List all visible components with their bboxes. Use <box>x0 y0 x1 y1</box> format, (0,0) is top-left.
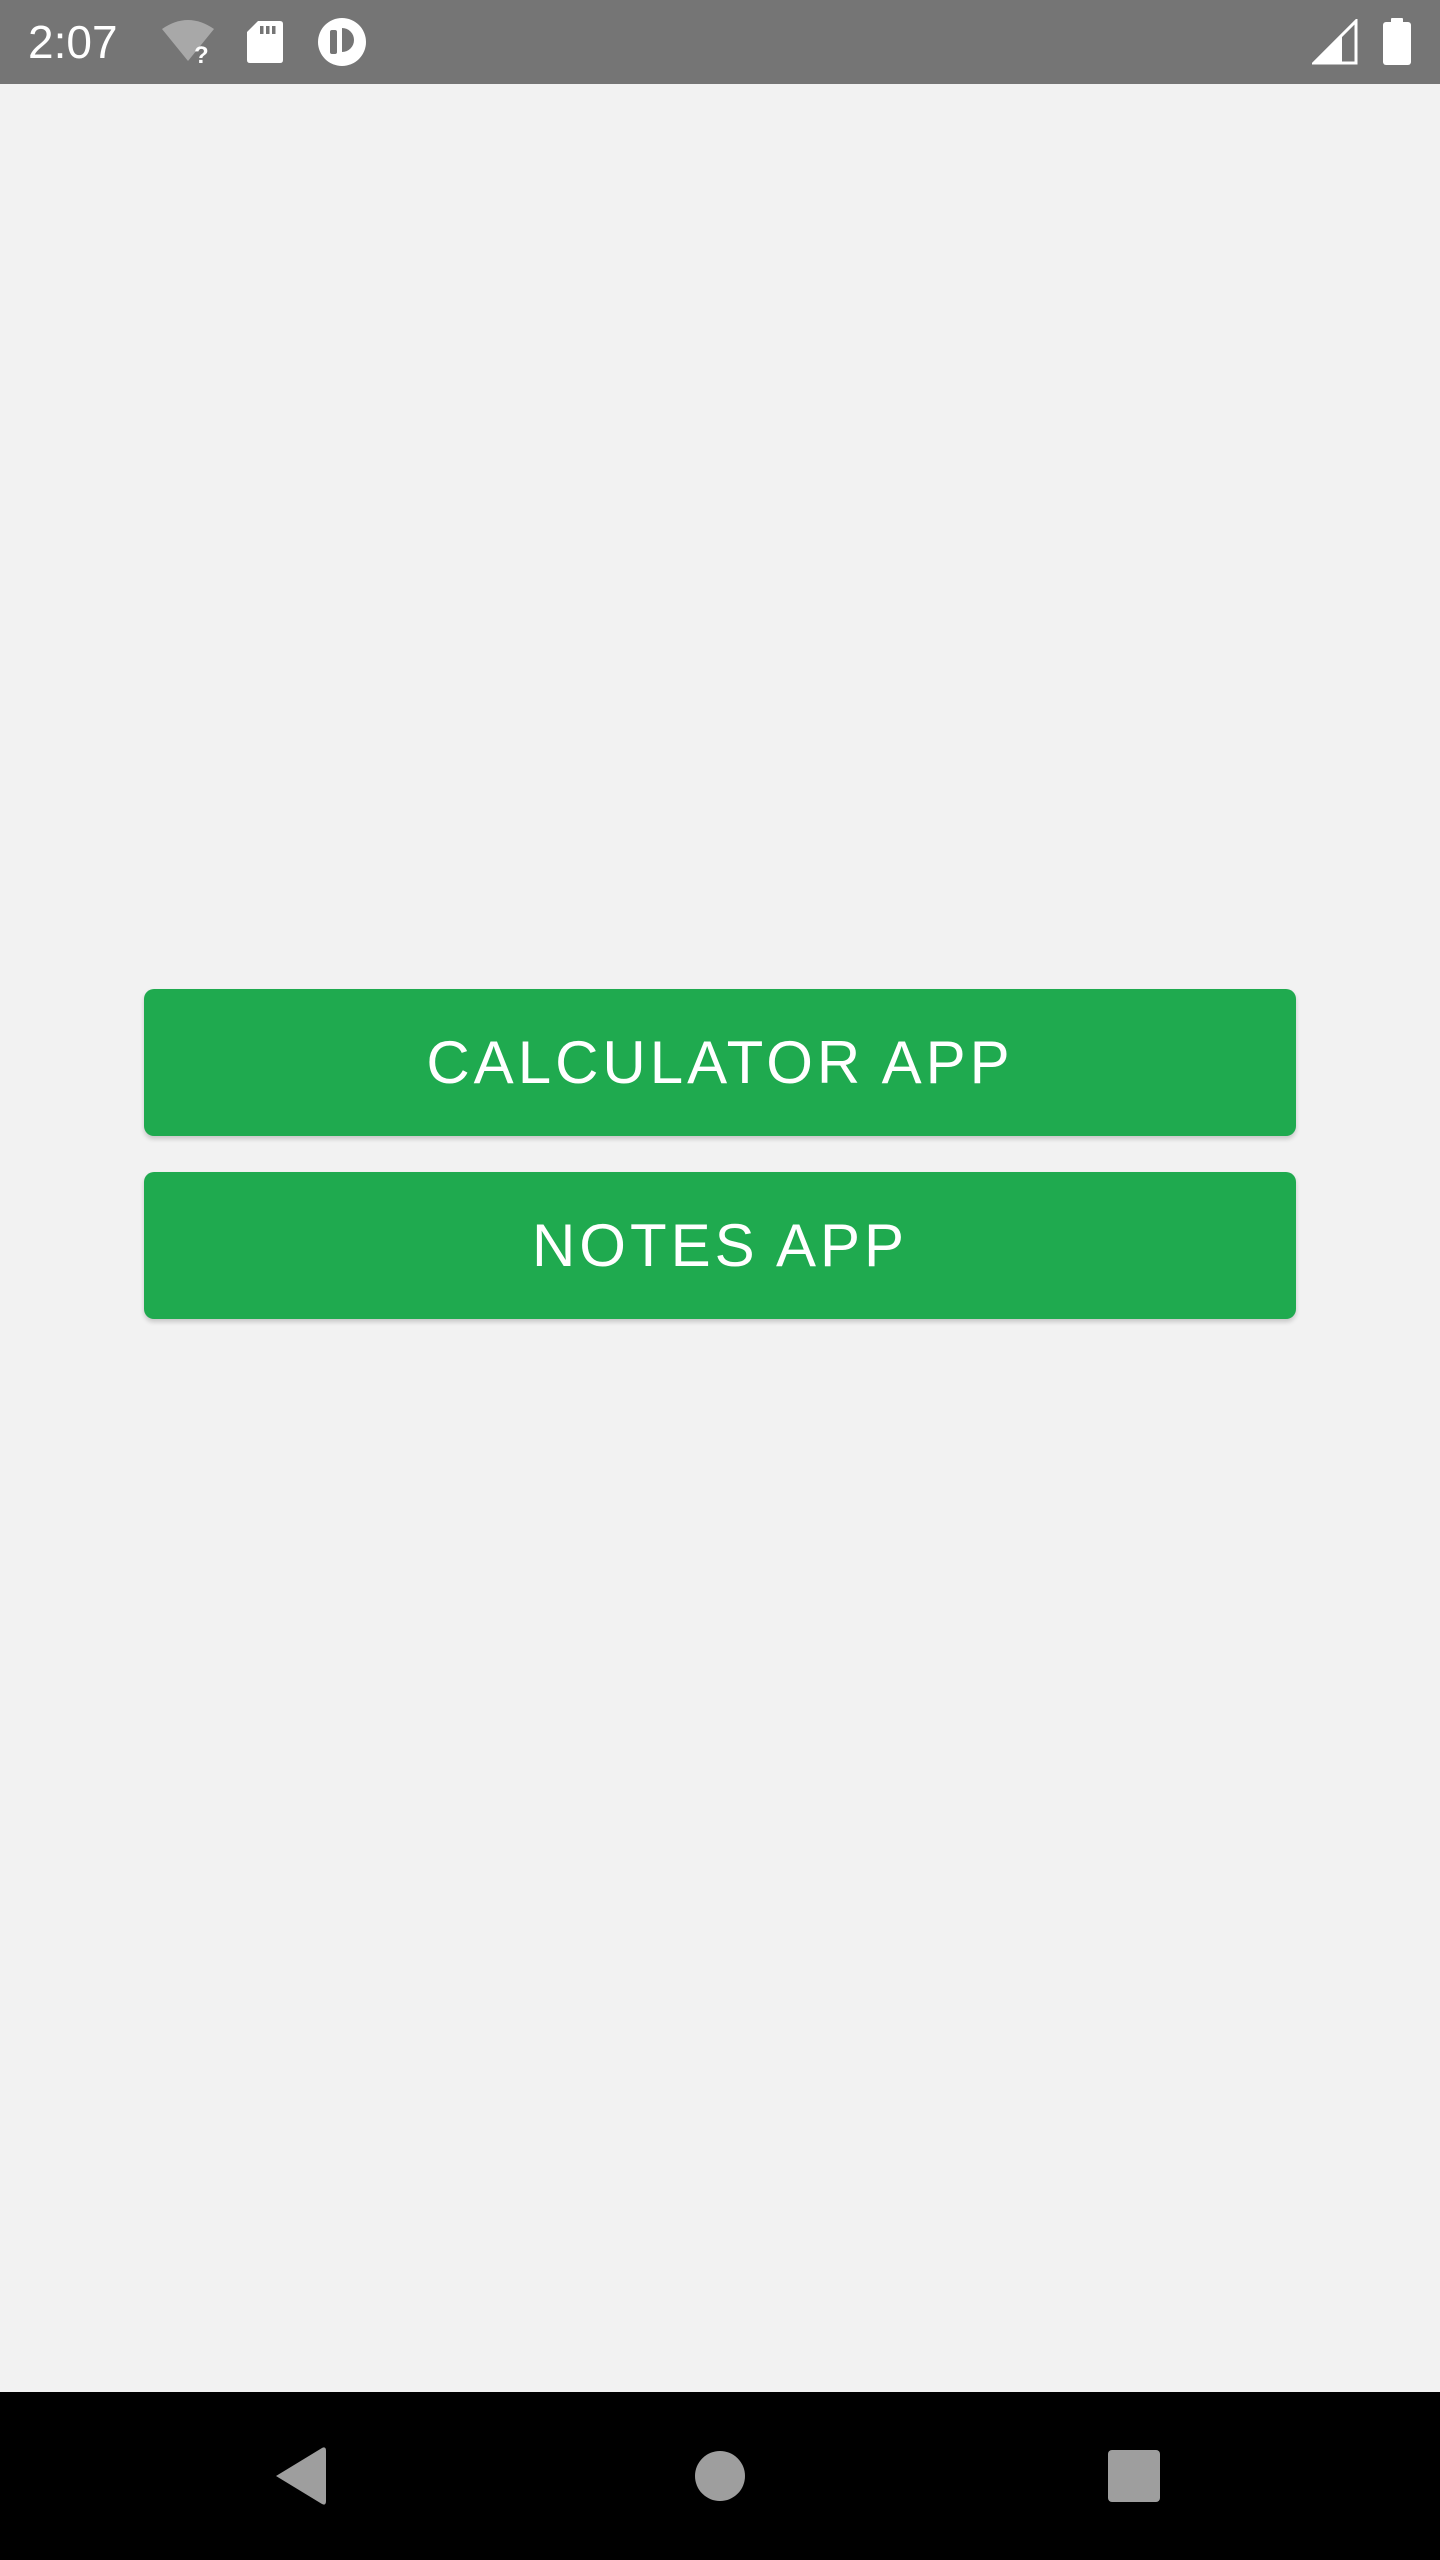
sd-card-icon <box>246 0 284 84</box>
wifi-unknown-icon: ? <box>160 0 216 84</box>
app-screen: 2:07 ? CALCULATOR APP NOTES APP <box>0 0 1440 2560</box>
sync-circle-icon <box>316 0 368 84</box>
recents-icon <box>1108 2450 1160 2502</box>
cell-signal-icon <box>1312 0 1358 84</box>
calculator-app-button[interactable]: CALCULATOR APP <box>144 989 1296 1136</box>
back-button[interactable] <box>220 2392 380 2560</box>
svg-text:?: ? <box>194 42 209 67</box>
home-icon <box>695 2451 745 2501</box>
status-bar: 2:07 ? <box>0 0 1440 84</box>
battery-icon <box>1382 0 1412 84</box>
navigation-bar <box>0 2392 1440 2560</box>
back-icon <box>276 2447 326 2505</box>
status-time: 2:07 <box>28 16 118 68</box>
recents-button[interactable] <box>1054 2392 1214 2560</box>
home-button[interactable] <box>640 2392 800 2560</box>
notes-app-button[interactable]: NOTES APP <box>144 1172 1296 1319</box>
